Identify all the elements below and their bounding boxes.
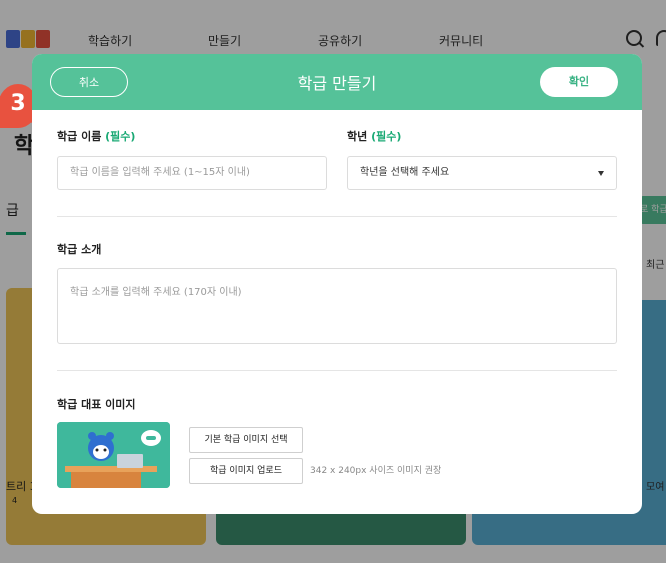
default-image-button[interactable]: 기본 학급 이미지 선택 bbox=[189, 427, 303, 453]
confirm-button[interactable]: 확인 bbox=[540, 67, 618, 97]
grade-select-value: 학년을 선택해 주세요 bbox=[360, 167, 450, 178]
image-size-hint: 342 x 240px 사이즈 이미지 권장 bbox=[310, 466, 442, 476]
required-mark: (필수) bbox=[105, 130, 136, 143]
intro-label: 학급 소개 bbox=[57, 243, 102, 256]
divider bbox=[57, 370, 617, 371]
upload-image-button[interactable]: 학급 이미지 업로드 bbox=[189, 458, 303, 484]
divider bbox=[57, 216, 617, 217]
chevron-down-icon bbox=[598, 171, 604, 176]
grade-select[interactable]: 학년을 선택해 주세요 bbox=[347, 156, 617, 190]
intro-textarea[interactable]: 학급 소개를 입력해 주세요 (170자 이내) bbox=[57, 268, 617, 344]
class-name-label: 학급 이름 (필수) bbox=[57, 128, 135, 144]
class-name-label-text: 학급 이름 bbox=[57, 130, 102, 143]
grade-label: 학년 (필수) bbox=[347, 128, 401, 144]
mascot-illustration bbox=[57, 422, 170, 488]
required-mark: (필수) bbox=[371, 130, 402, 143]
create-class-modal: 취소 학급 만들기 확인 학급 이름 (필수) 학급 이름을 입력해 주세요 (… bbox=[32, 54, 642, 514]
modal-header: 취소 학급 만들기 확인 bbox=[32, 54, 642, 110]
grade-label-text: 학년 bbox=[347, 130, 368, 143]
image-label: 학급 대표 이미지 bbox=[57, 398, 136, 411]
class-name-input[interactable]: 학급 이름을 입력해 주세요 (1~15자 이내) bbox=[57, 156, 327, 190]
class-image-thumbnail bbox=[57, 422, 170, 488]
